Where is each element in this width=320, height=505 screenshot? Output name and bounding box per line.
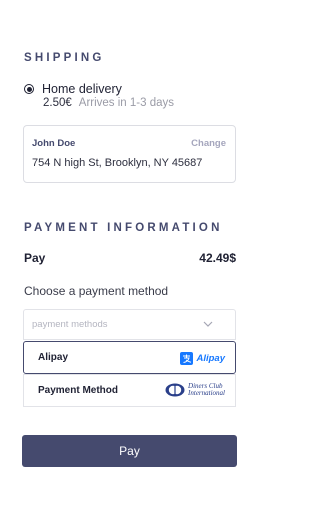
pay-label: Pay (24, 251, 46, 265)
pay-summary-row: Pay 42.49$ (24, 251, 236, 265)
payment-method-select[interactable]: payment methods (23, 309, 236, 340)
payment-option-label: Payment Method (38, 385, 119, 396)
change-address-link[interactable]: Change (191, 138, 226, 149)
payment-section-title: PAYMENT INFORMATION (24, 222, 223, 234)
delivery-eta: Arrives in 1-3 days (78, 97, 175, 109)
payment-option-diners[interactable]: Payment Method Diners Club International (23, 374, 236, 407)
payment-option-alipay[interactable]: Alipay Alipay (23, 341, 236, 374)
address-line: 754 N high St, Brooklyn, NY 45687 (32, 157, 203, 169)
pay-amount: 42.49$ (199, 251, 236, 265)
delivery-price: 2.50€ (43, 97, 72, 109)
shipping-section-title: SHIPPING (24, 52, 105, 64)
alipay-logo-icon: Alipay (180, 349, 225, 367)
chevron-down-icon (203, 321, 213, 327)
payment-option-label: Alipay (38, 352, 69, 363)
delivery-info: 2.50€ Arrives in 1-3 days (43, 97, 174, 109)
address-name: John Doe (32, 138, 76, 149)
home-delivery-option[interactable]: Home delivery (24, 82, 122, 96)
diners-club-logo-icon: Diners Club International (165, 381, 225, 399)
select-placeholder: payment methods (32, 319, 108, 330)
home-delivery-label: Home delivery (42, 82, 122, 96)
choose-method-label: Choose a payment method (24, 284, 169, 298)
address-card: John Doe Change 754 N high St, Brooklyn,… (23, 125, 236, 183)
radio-selected-icon[interactable] (24, 84, 34, 94)
pay-button[interactable]: Pay (22, 435, 237, 467)
